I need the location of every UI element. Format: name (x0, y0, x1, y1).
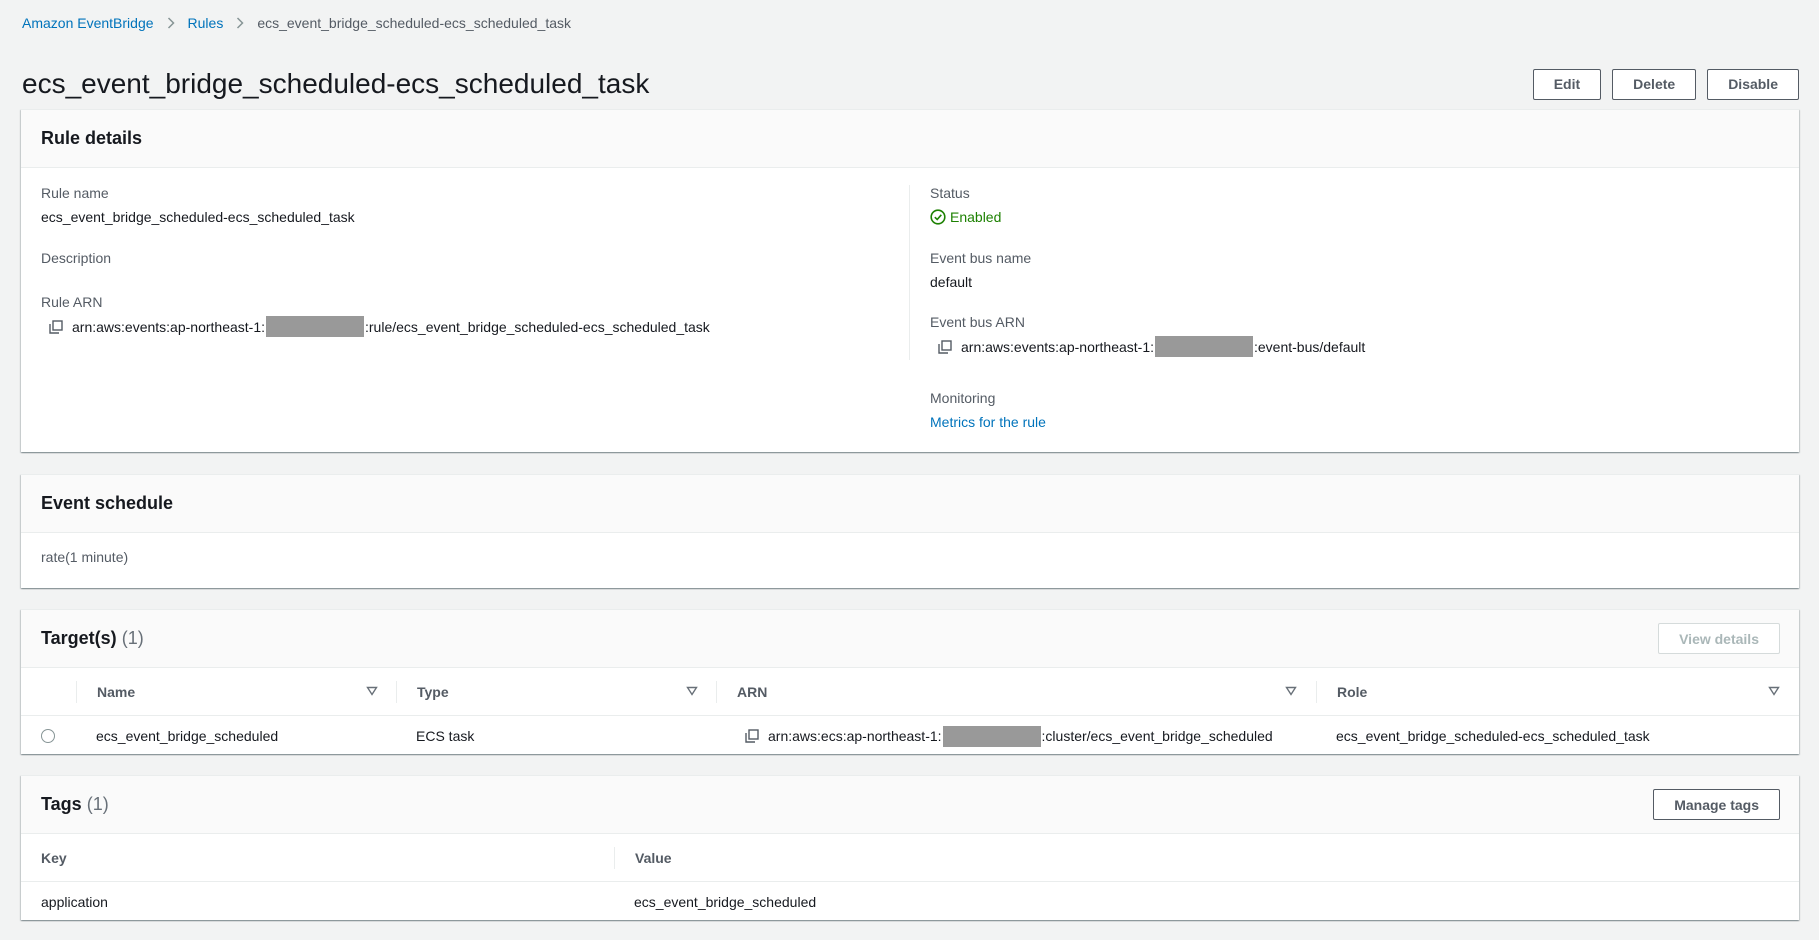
copy-icon[interactable] (49, 319, 63, 334)
tag-key: application (41, 894, 108, 910)
column-header-type[interactable]: Type (417, 668, 449, 716)
tag-value: ecs_event_bridge_scheduled (634, 894, 817, 910)
view-details-button[interactable]: View details (1658, 623, 1780, 654)
rule-arn-field: Rule ARN arn:aws:events:ap-northeast-1::… (41, 294, 710, 337)
tags-title: Tags (1) (41, 794, 109, 815)
event-schedule-title: Event schedule (41, 493, 174, 513)
rule-name-label: Rule name (41, 185, 109, 201)
event-bus-name-value: default (930, 274, 973, 290)
event-bus-arn-label: Event bus ARN (930, 314, 1025, 330)
targets-panel: Target(s) (1) View details Name Type ARN… (21, 609, 1799, 754)
breadcrumb-current: ecs_event_bridge_scheduled-ecs_scheduled… (257, 15, 571, 31)
header-actions: Edit Delete Disable (1532, 68, 1799, 100)
rule-arn-label: Rule ARN (41, 294, 103, 310)
column-header-value: Value (635, 850, 672, 866)
target-arn-prefix: arn:aws:ecs:ap-northeast-1: (768, 728, 942, 744)
row-select-radio[interactable] (41, 716, 55, 756)
page-header: ecs_event_bridge_scheduled-ecs_scheduled… (22, 66, 1799, 102)
tags-panel: Tags (1) Manage tags Key Value applicati… (21, 775, 1799, 920)
target-arn-suffix: :cluster/ecs_event_bridge_scheduled (1041, 728, 1273, 744)
rule-name-value: ecs_event_bridge_scheduled-ecs_scheduled… (41, 209, 355, 225)
column-separator (396, 681, 397, 703)
column-separator (614, 847, 615, 869)
column-header-role[interactable]: Role (1337, 668, 1367, 716)
targets-header: Target(s) (1) View details (21, 610, 1799, 668)
event-schedule-value: rate(1 minute) (41, 549, 129, 565)
rule-details-title: Rule details (41, 128, 143, 148)
sort-triangle-icon[interactable] (1285, 686, 1297, 696)
rule-details-header: Rule details (21, 110, 1799, 168)
disable-button[interactable]: Disable (1707, 68, 1799, 100)
targets-table-header: Name Type ARN Role (21, 668, 1799, 716)
targets-title: Target(s) (1) (41, 628, 144, 649)
rule-arn-suffix: :rule/ecs_event_bridge_scheduled-ecs_sch… (365, 318, 710, 335)
event-bus-name-label: Event bus name (930, 250, 1032, 266)
table-row[interactable]: ecs_event_bridge_scheduled ECS task arn:… (21, 716, 1799, 756)
event-bus-arn-suffix: :event-bus/default (1254, 338, 1366, 355)
rule-arn-prefix: arn:aws:events:ap-northeast-1: (72, 318, 265, 335)
page-title: ecs_event_bridge_scheduled-ecs_scheduled… (22, 68, 650, 99)
manage-tags-button[interactable]: Manage tags (1653, 789, 1780, 820)
target-role: ecs_event_bridge_scheduled-ecs_scheduled… (1336, 728, 1650, 744)
event-bus-arn-field: Event bus ARN arn:aws:events:ap-northeas… (930, 314, 1365, 357)
monitoring-field: Monitoring Metrics for the rule (930, 390, 1046, 430)
check-circle-icon (930, 209, 946, 225)
column-header-name[interactable]: Name (97, 668, 135, 716)
event-schedule-header: Event schedule (21, 475, 1799, 533)
chevron-right-icon (167, 17, 175, 29)
tags-count: (1) (86, 794, 109, 814)
edit-button[interactable]: Edit (1532, 68, 1602, 100)
status-field: Status Enabled (930, 185, 1001, 225)
tags-table-header: Key Value (21, 834, 1799, 882)
event-bus-arn-value: arn:aws:events:ap-northeast-1: :event-bus… (938, 336, 1365, 357)
monitoring-label: Monitoring (930, 390, 996, 406)
breadcrumb-rules-link[interactable]: Rules (188, 15, 224, 31)
metrics-for-rule-link[interactable]: Metrics for the rule (930, 414, 1046, 430)
rule-details-panel: Rule details Rule name ecs_event_bridge_… (21, 109, 1799, 452)
sort-triangle-icon[interactable] (1768, 686, 1780, 696)
column-separator (716, 681, 717, 703)
breadcrumb: Amazon EventBridge Rules ecs_event_bridg… (22, 14, 571, 32)
status-text: Enabled (950, 209, 1002, 225)
event-schedule-panel: Event schedule rate(1 minute) (21, 474, 1799, 588)
column-header-key: Key (41, 850, 67, 866)
redacted-account-id (942, 725, 1041, 747)
tags-header: Tags (1) Manage tags (21, 776, 1799, 834)
column-separator (76, 681, 77, 703)
table-row: application ecs_event_bridge_scheduled (21, 882, 1799, 922)
rule-name-field: Rule name ecs_event_bridge_scheduled-ecs… (41, 185, 355, 225)
status-value: Enabled (930, 209, 1001, 225)
rule-arn-value: arn:aws:events:ap-northeast-1: :rule/ecs_… (49, 316, 710, 337)
status-label: Status (930, 185, 970, 201)
target-name-link[interactable]: ecs_event_bridge_scheduled (96, 716, 278, 756)
column-separator (1316, 681, 1317, 703)
description-label: Description (41, 250, 112, 266)
sort-triangle-icon[interactable] (686, 686, 698, 696)
target-arn: arn:aws:ecs:ap-northeast-1: :cluster/ecs_… (745, 716, 1273, 756)
event-bus-name-field: Event bus name default (930, 250, 1031, 290)
target-type: ECS task (416, 728, 475, 744)
copy-icon[interactable] (938, 339, 952, 354)
event-bus-arn-prefix: arn:aws:events:ap-northeast-1: (961, 338, 1154, 355)
sort-triangle-icon[interactable] (366, 686, 378, 696)
column-header-arn[interactable]: ARN (737, 668, 767, 716)
delete-button[interactable]: Delete (1612, 68, 1697, 100)
chevron-right-icon (236, 17, 244, 29)
targets-title-text: Target(s) (41, 628, 117, 648)
tags-title-text: Tags (41, 794, 82, 814)
targets-count: (1) (121, 628, 144, 648)
radio-button[interactable] (41, 729, 55, 743)
redacted-account-id (1155, 336, 1253, 357)
column-divider (909, 185, 910, 360)
breadcrumb-eventbridge-link[interactable]: Amazon EventBridge (22, 15, 154, 31)
redacted-account-id (266, 316, 364, 337)
description-field: Description (41, 250, 111, 266)
copy-icon[interactable] (745, 729, 759, 743)
